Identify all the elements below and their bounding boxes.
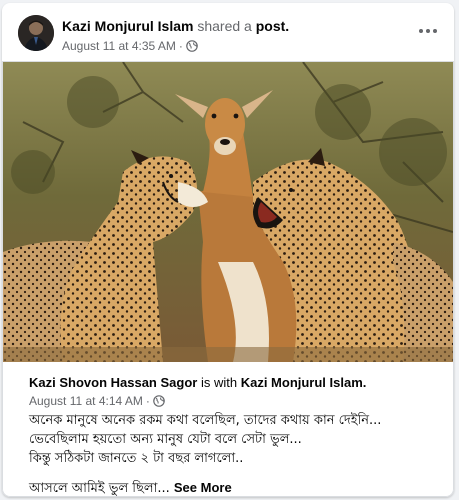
post-text: অনেক মানুষে অনেক রকম কথা বলেছিল, তাদের ক… (29, 411, 439, 496)
more-options-button[interactable] (416, 21, 440, 41)
post-meta: August 11 at 4:35 AM · (62, 38, 198, 54)
more-options-icon-dot (419, 29, 423, 33)
post-photo[interactable] (3, 62, 453, 362)
shared-post-card: Kazi Monjurul Islam shared a post. Augus… (2, 3, 454, 497)
shared-author-link[interactable]: Kazi Shovon Hassan Sagor (29, 375, 197, 390)
author-name-link[interactable]: Kazi Monjurul Islam (62, 18, 193, 34)
action-text: shared a (197, 18, 252, 34)
more-options-icon-dot (433, 29, 437, 33)
globe-icon[interactable] (186, 40, 198, 52)
tagged-person-link[interactable]: Kazi Monjurul Islam. (241, 375, 367, 390)
more-options-icon-dot (426, 29, 430, 33)
post-text-line: কিন্তু সঠিকটা জানতে ২ টা বছর লাগলো.. (29, 451, 244, 466)
shared-content: Kazi Shovon Hassan Sagor is with Kazi Mo… (2, 61, 454, 497)
shared-timestamp-link[interactable]: August 11 at 4:14 AM (29, 393, 143, 409)
post-header: Kazi Monjurul Islam shared a post. Augus… (2, 3, 454, 61)
post-text-line-last: আসলে আমিই ভুল ছিলা... See More (29, 478, 439, 496)
post-header-title: Kazi Monjurul Islam shared a post. (62, 17, 289, 35)
meta-separator: · (178, 39, 183, 53)
meta-separator: · (145, 394, 150, 408)
see-more-link[interactable]: See More (174, 480, 232, 495)
post-link[interactable]: post. (256, 18, 289, 34)
post-timestamp-link[interactable]: August 11 at 4:35 AM (62, 38, 176, 54)
shared-post-header: Kazi Shovon Hassan Sagor is with Kazi Mo… (29, 374, 366, 392)
avatar-image (18, 15, 54, 51)
post-text-line: ভেবেছিলাম হয়তো অন্য মানুষ যেটা বলে সেটা… (29, 432, 302, 447)
author-avatar[interactable] (18, 15, 54, 51)
cheetahs-and-impala-image (3, 62, 453, 362)
shared-post-meta: August 11 at 4:14 AM · (29, 393, 165, 409)
with-text: is with (200, 375, 238, 390)
post-text-line: আসলে আমিই ভুল ছিলা... (29, 481, 170, 496)
globe-icon[interactable] (153, 395, 165, 407)
post-text-line: অনেক মানুষে অনেক রকম কথা বলেছিল, তাদের ক… (29, 413, 382, 428)
